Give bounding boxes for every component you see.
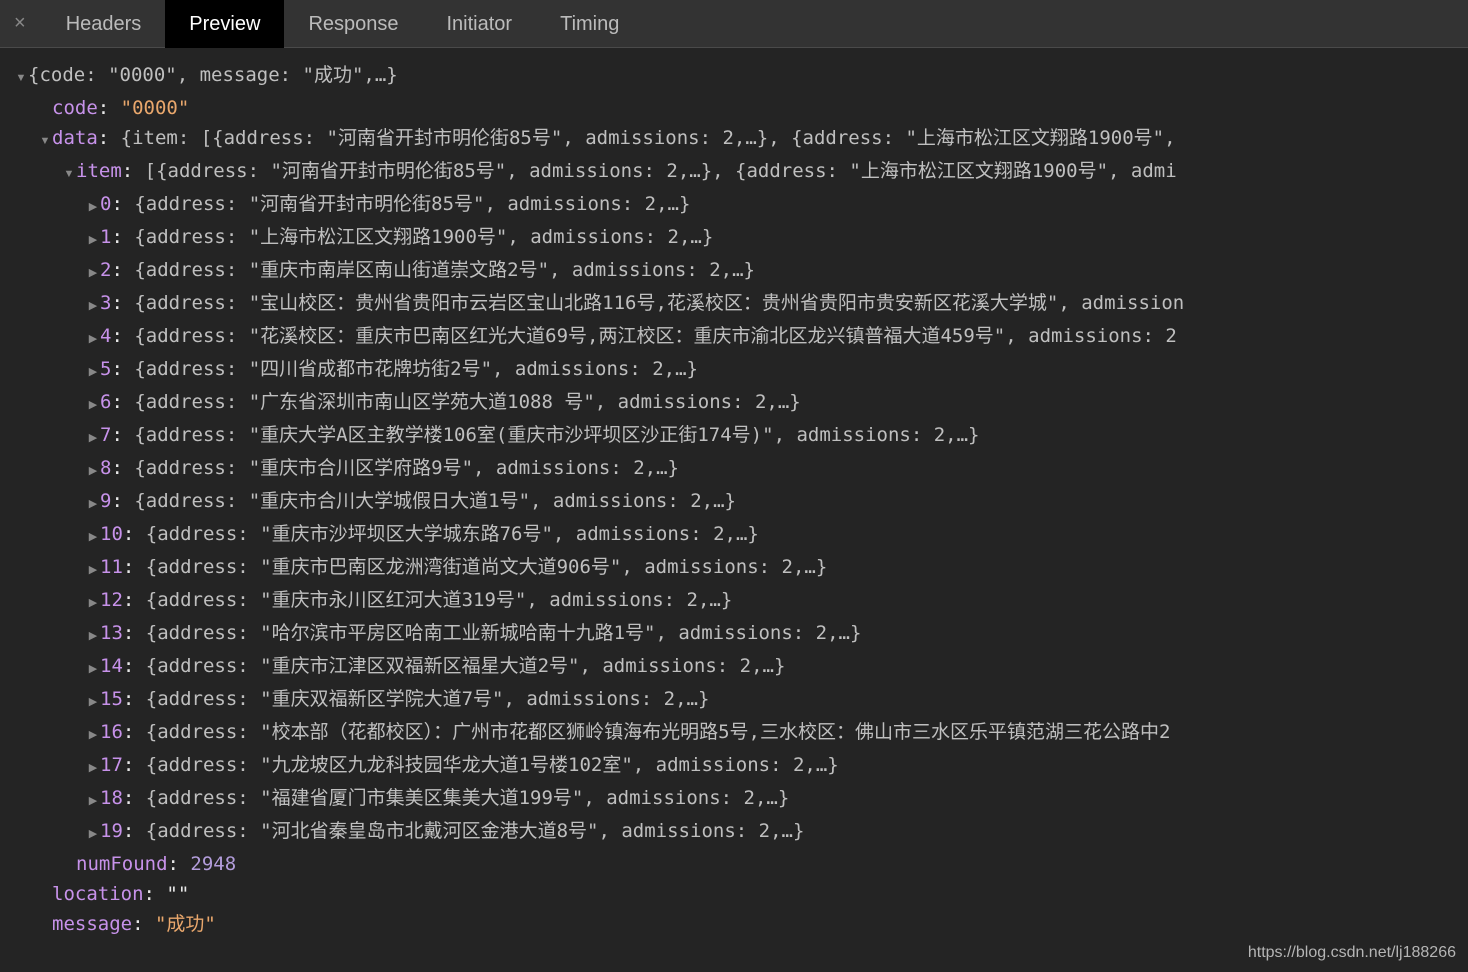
tree-array-item[interactable]: 16: {address: "校本部（花都校区）：广州市花都区狮岭镇海布光明路5… bbox=[14, 717, 1468, 750]
tree-array-item[interactable]: 8: {address: "重庆市合川区学府路9号", admissions: … bbox=[14, 453, 1468, 486]
watermark-text: https://blog.csdn.net/lj188266 bbox=[1248, 944, 1456, 962]
chevron-right-icon[interactable] bbox=[86, 819, 100, 849]
tree-array-item[interactable]: 5: {address: "四川省成都市花牌坊街2号", admissions:… bbox=[14, 354, 1468, 387]
tree-array-item[interactable]: 18: {address: "福建省厦门市集美区集美大道199号", admis… bbox=[14, 783, 1468, 816]
chevron-right-icon[interactable] bbox=[86, 225, 100, 255]
tree-array-item[interactable]: 4: {address: "花溪校区：重庆市巴南区红光大道69号,两江校区：重庆… bbox=[14, 321, 1468, 354]
tab-preview[interactable]: Preview bbox=[165, 0, 284, 48]
tab-headers[interactable]: Headers bbox=[42, 0, 166, 48]
chevron-right-icon[interactable] bbox=[86, 456, 100, 486]
chevron-right-icon[interactable] bbox=[86, 621, 100, 651]
tree-array-item[interactable]: 1: {address: "上海市松江区文翔路1900号", admission… bbox=[14, 222, 1468, 255]
tree-array-item[interactable]: 9: {address: "重庆市合川大学城假日大道1号", admission… bbox=[14, 486, 1468, 519]
devtools-tab-bar: × Headers Preview Response Initiator Tim… bbox=[0, 0, 1468, 48]
tree-node-data[interactable]: data: {item: [{address: "河南省开封市明伦街85号", … bbox=[14, 123, 1468, 156]
tab-response[interactable]: Response bbox=[284, 0, 422, 48]
tree-node-item[interactable]: item: [{address: "河南省开封市明伦街85号", admissi… bbox=[14, 156, 1468, 189]
tree-node-location[interactable]: location: "" bbox=[14, 879, 1468, 909]
chevron-right-icon[interactable] bbox=[86, 555, 100, 585]
chevron-down-icon[interactable] bbox=[38, 126, 52, 156]
tree-array-item[interactable]: 7: {address: "重庆大学A区主教学楼106室(重庆市沙坪坝区沙正街1… bbox=[14, 420, 1468, 453]
tree-array-item[interactable]: 6: {address: "广东省深圳市南山区学苑大道1088 号", admi… bbox=[14, 387, 1468, 420]
chevron-right-icon[interactable] bbox=[86, 720, 100, 750]
chevron-right-icon[interactable] bbox=[86, 522, 100, 552]
chevron-right-icon[interactable] bbox=[86, 786, 100, 816]
chevron-down-icon[interactable] bbox=[14, 63, 28, 93]
chevron-right-icon[interactable] bbox=[86, 588, 100, 618]
json-preview-tree: {code: "0000", message: "成功",…} code: "0… bbox=[0, 48, 1468, 939]
tree-node-code[interactable]: code: "0000" bbox=[14, 93, 1468, 123]
tree-array-item[interactable]: 12: {address: "重庆市永川区红河大道319号", admissio… bbox=[14, 585, 1468, 618]
tree-array-item[interactable]: 0: {address: "河南省开封市明伦街85号", admissions:… bbox=[14, 189, 1468, 222]
tree-array-item[interactable]: 15: {address: "重庆双福新区学院大道7号", admissions… bbox=[14, 684, 1468, 717]
chevron-right-icon[interactable] bbox=[86, 654, 100, 684]
chevron-right-icon[interactable] bbox=[86, 489, 100, 519]
tree-array-item[interactable]: 13: {address: "哈尔滨市平房区哈南工业新城哈南十九路1号", ad… bbox=[14, 618, 1468, 651]
chevron-right-icon[interactable] bbox=[86, 390, 100, 420]
close-icon[interactable]: × bbox=[14, 12, 26, 35]
tree-array-item[interactable]: 10: {address: "重庆市沙坪坝区大学城东路76号", admissi… bbox=[14, 519, 1468, 552]
chevron-down-icon[interactable] bbox=[62, 159, 76, 189]
tab-initiator[interactable]: Initiator bbox=[423, 0, 537, 48]
chevron-right-icon[interactable] bbox=[86, 753, 100, 783]
tree-node-numfound[interactable]: numFound: 2948 bbox=[14, 849, 1468, 879]
tree-array-item[interactable]: 17: {address: "九龙坡区九龙科技园华龙大道1号楼102室", ad… bbox=[14, 750, 1468, 783]
chevron-right-icon[interactable] bbox=[86, 258, 100, 288]
root-summary: {code: "0000", message: "成功",…} bbox=[28, 60, 398, 90]
tree-array-item[interactable]: 14: {address: "重庆市江津区双福新区福星大道2号", admiss… bbox=[14, 651, 1468, 684]
chevron-right-icon[interactable] bbox=[86, 423, 100, 453]
tree-array-item[interactable]: 2: {address: "重庆市南岸区南山街道崇文路2号", admissio… bbox=[14, 255, 1468, 288]
tree-root[interactable]: {code: "0000", message: "成功",…} bbox=[14, 60, 1468, 93]
chevron-right-icon[interactable] bbox=[86, 357, 100, 387]
chevron-right-icon[interactable] bbox=[86, 687, 100, 717]
tree-array-item[interactable]: 3: {address: "宝山校区：贵州省贵阳市云岩区宝山北路116号,花溪校… bbox=[14, 288, 1468, 321]
tree-array-item[interactable]: 19: {address: "河北省秦皇岛市北戴河区金港大道8号", admis… bbox=[14, 816, 1468, 849]
chevron-right-icon[interactable] bbox=[86, 324, 100, 354]
tree-node-message[interactable]: message: "成功" bbox=[14, 909, 1468, 939]
tab-timing[interactable]: Timing bbox=[536, 0, 643, 48]
chevron-right-icon[interactable] bbox=[86, 192, 100, 222]
tree-array-item[interactable]: 11: {address: "重庆市巴南区龙洲湾街道尚文大道906号", adm… bbox=[14, 552, 1468, 585]
chevron-right-icon[interactable] bbox=[86, 291, 100, 321]
